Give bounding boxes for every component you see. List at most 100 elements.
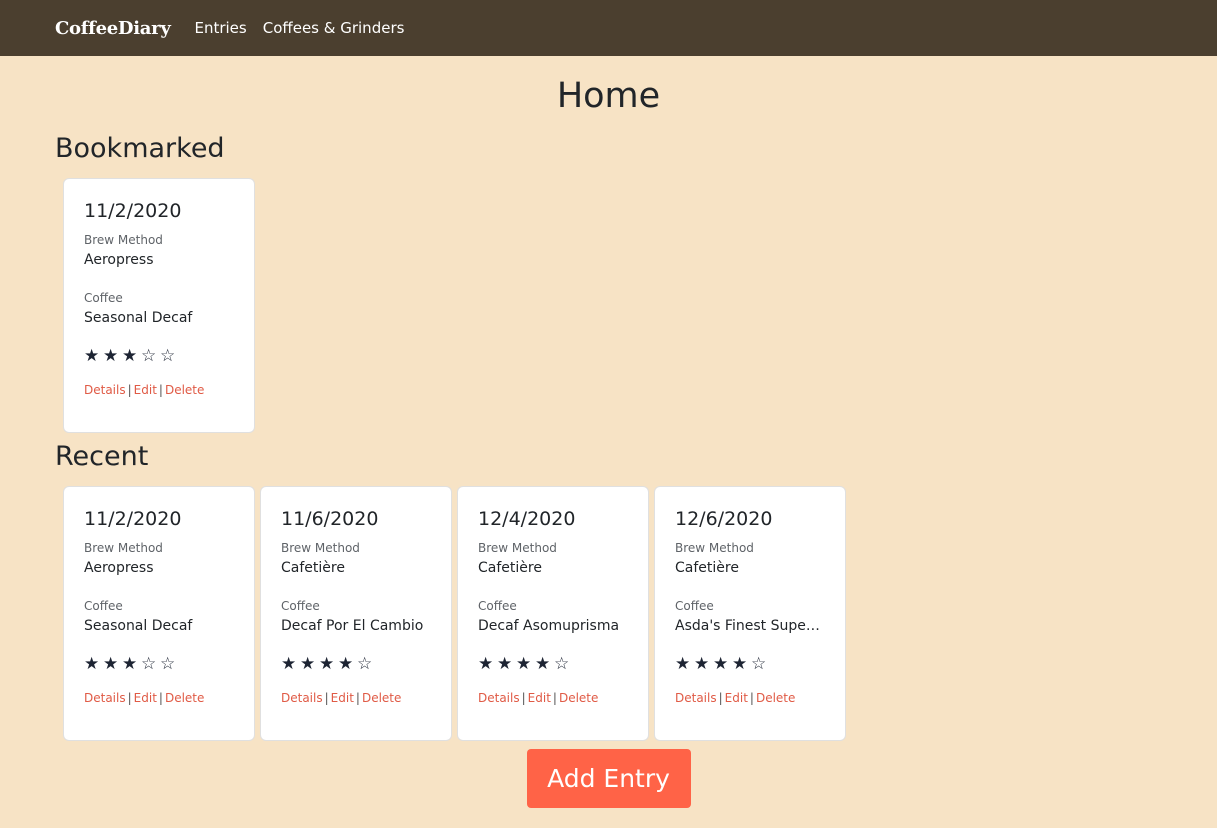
entry-actions: Details | Edit | Delete [675,691,825,705]
star-filled-icon: ★ [300,654,317,674]
entry-card: 12/4/2020 Brew Method Cafetière Coffee Decaf… [457,486,649,741]
add-entry-wrap: Add Entry [0,749,1217,808]
edit-link[interactable]: Edit [134,383,157,397]
entry-date: 11/2/2020 [84,508,182,530]
entry-date: 11/6/2020 [281,508,379,530]
star-filled-icon: ★ [497,654,514,674]
details-link[interactable]: Details [84,691,126,705]
star-empty-icon: ☆ [554,654,571,674]
action-separator: | [158,383,163,397]
star-filled-icon: ★ [732,654,749,674]
entry-actions: Details | Edit | Delete [84,691,234,705]
bookmarked-card-list: 11/2/2020 Brew Method Aeropress Coffee Seaso… [0,178,1217,433]
brew-method-value: Cafetière [675,560,739,576]
star-filled-icon: ★ [84,346,101,366]
details-link[interactable]: Details [478,691,520,705]
brew-method-label: Brew Method [675,541,754,555]
add-entry-button[interactable]: Add Entry [526,749,691,808]
brew-method-label: Brew Method [84,541,163,555]
star-filled-icon: ★ [535,654,552,674]
entry-date: 12/6/2020 [675,508,773,530]
coffee-label: Coffee [478,599,517,613]
coffee-label: Coffee [675,599,714,613]
entry-card: 11/6/2020 Brew Method Cafetière Coffee Decaf… [260,486,452,741]
page-title: Home [556,76,661,116]
coffee-value: Seasonal Decaf [84,618,193,634]
recent-card-list: 11/2/2020 Brew Method Aeropress Coffee Seaso… [0,486,1217,741]
entry-date: 11/2/2020 [84,200,182,222]
star-empty-icon: ☆ [141,346,158,366]
bookmarked-heading: Bookmarked [55,133,225,164]
details-link[interactable]: Details [84,383,126,397]
star-filled-icon: ★ [103,654,120,674]
action-separator: | [521,691,526,705]
action-separator: | [718,691,723,705]
action-separator: | [749,691,754,705]
delete-link[interactable]: Delete [362,691,401,705]
edit-link[interactable]: Edit [725,691,748,705]
coffee-label: Coffee [281,599,320,613]
star-empty-icon: ☆ [160,654,177,674]
coffee-label: Coffee [84,291,123,305]
rating-stars: ★ ★ ★ ★ ☆ [478,654,628,674]
star-empty-icon: ☆ [357,654,374,674]
recent-heading: Recent [55,441,149,472]
coffee-value: Decaf Asomuprisma [478,618,620,634]
action-separator: | [552,691,557,705]
brew-method-value: Cafetière [478,560,542,576]
entry-card: 11/2/2020 Brew Method Aeropress Coffee Seaso… [63,486,255,741]
star-filled-icon: ★ [103,346,120,366]
star-filled-icon: ★ [319,654,336,674]
star-filled-icon: ★ [338,654,355,674]
details-link[interactable]: Details [281,691,323,705]
edit-link[interactable]: Edit [331,691,354,705]
coffee-label: Coffee [84,599,123,613]
star-filled-icon: ★ [84,654,101,674]
star-filled-icon: ★ [122,346,139,366]
star-filled-icon: ★ [694,654,711,674]
brew-method-label: Brew Method [281,541,360,555]
star-filled-icon: ★ [675,654,692,674]
star-filled-icon: ★ [713,654,730,674]
delete-link[interactable]: Delete [165,383,204,397]
star-empty-icon: ☆ [160,346,177,366]
nav-link-entries[interactable]: Entries [194,19,246,37]
star-filled-icon: ★ [281,654,298,674]
brand-logo[interactable]: CoffeeDiary [55,18,171,39]
details-link[interactable]: Details [675,691,717,705]
entry-card: 12/6/2020 Brew Method Cafetière Coffee Asda'… [654,486,846,741]
coffee-value: Asda's Finest Super Decaf [675,618,825,634]
star-filled-icon: ★ [122,654,139,674]
edit-link[interactable]: Edit [528,691,551,705]
action-separator: | [127,691,132,705]
action-separator: | [158,691,163,705]
brew-method-label: Brew Method [84,233,163,247]
entry-actions: Details | Edit | Delete [84,383,234,397]
entry-actions: Details | Edit | Delete [478,691,628,705]
rating-stars: ★ ★ ★ ★ ☆ [675,654,825,674]
brew-method-label: Brew Method [478,541,557,555]
edit-link[interactable]: Edit [134,691,157,705]
coffee-value: Decaf Por El Cambio [281,618,424,634]
delete-link[interactable]: Delete [559,691,598,705]
rating-stars: ★ ★ ★ ☆ ☆ [84,654,234,674]
delete-link[interactable]: Delete [756,691,795,705]
entry-date: 12/4/2020 [478,508,576,530]
top-navbar: CoffeeDiary Entries Coffees & Grinders [0,0,1217,56]
brew-method-value: Cafetière [281,560,345,576]
rating-stars: ★ ★ ★ ★ ☆ [281,654,431,674]
action-separator: | [127,383,132,397]
nav-link-coffees-grinders[interactable]: Coffees & Grinders [263,19,405,37]
action-separator: | [324,691,329,705]
star-empty-icon: ☆ [141,654,158,674]
coffee-value: Seasonal Decaf [84,310,193,326]
star-filled-icon: ★ [478,654,495,674]
action-separator: | [355,691,360,705]
delete-link[interactable]: Delete [165,691,204,705]
star-filled-icon: ★ [516,654,533,674]
brew-method-value: Aeropress [84,252,154,268]
brew-method-value: Aeropress [84,560,154,576]
rating-stars: ★ ★ ★ ☆ ☆ [84,346,234,366]
entry-card: 11/2/2020 Brew Method Aeropress Coffee Seaso… [63,178,255,433]
star-empty-icon: ☆ [751,654,768,674]
